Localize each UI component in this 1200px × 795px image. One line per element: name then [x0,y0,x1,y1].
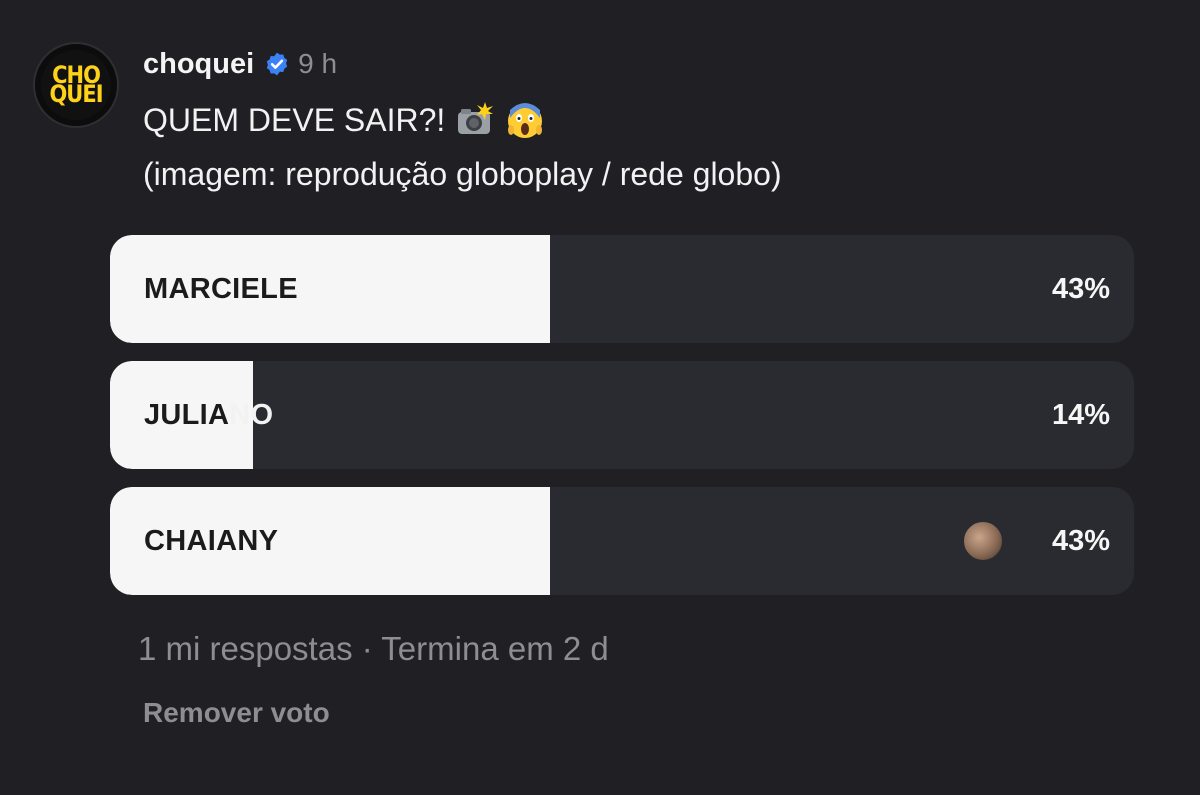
caption-line-2: (imagem: reprodução globoplay / rede glo… [143,156,782,192]
poll-option-chaiany[interactable]: CHAIANY 43% [110,487,1134,595]
poll-option-percent: 14% [1051,399,1110,431]
poll-option-juliano[interactable]: JULIANO 14% [110,361,1134,469]
post-timestamp: 9 h [298,48,338,79]
poll-option-marciele[interactable]: MARCIELE 43% [110,235,1134,343]
post-caption: QUEM DEVE SAIR?! (imagem: reprodução glo… [143,93,782,201]
logo-text-line-2: QUEI [49,80,103,108]
choquei-logo: CHO QUEI [41,50,111,120]
poll: MARCIELE 43% JULIANO 14% CHAIANY 43% [110,235,1134,595]
account-avatar[interactable]: CHO QUEI [33,42,119,128]
username-link[interactable]: choquei [143,48,254,81]
poll-meta: 1 mi respostas · Termina em 2 d [138,630,609,667]
remove-vote-button[interactable]: Remover voto [143,697,330,729]
poll-option-percent: 43% [1051,525,1110,557]
poll-option-label: MARCIELE [144,273,298,305]
verified-badge-icon [264,51,290,77]
poll-option-label: JULIANO [144,361,273,469]
post-header: choquei 9 h [143,44,337,84]
screaming-face-emoji-icon [505,100,545,140]
poll-option-label-part: NO [229,399,274,431]
voter-avatar [962,520,1004,562]
camera-flash-emoji-icon [455,100,495,140]
poll-option-percent: 43% [1051,273,1110,305]
poll-option-label-part: JULIA [144,399,230,431]
caption-line-1: QUEM DEVE SAIR?! [143,102,446,138]
poll-option-label: CHAIANY [144,525,279,557]
